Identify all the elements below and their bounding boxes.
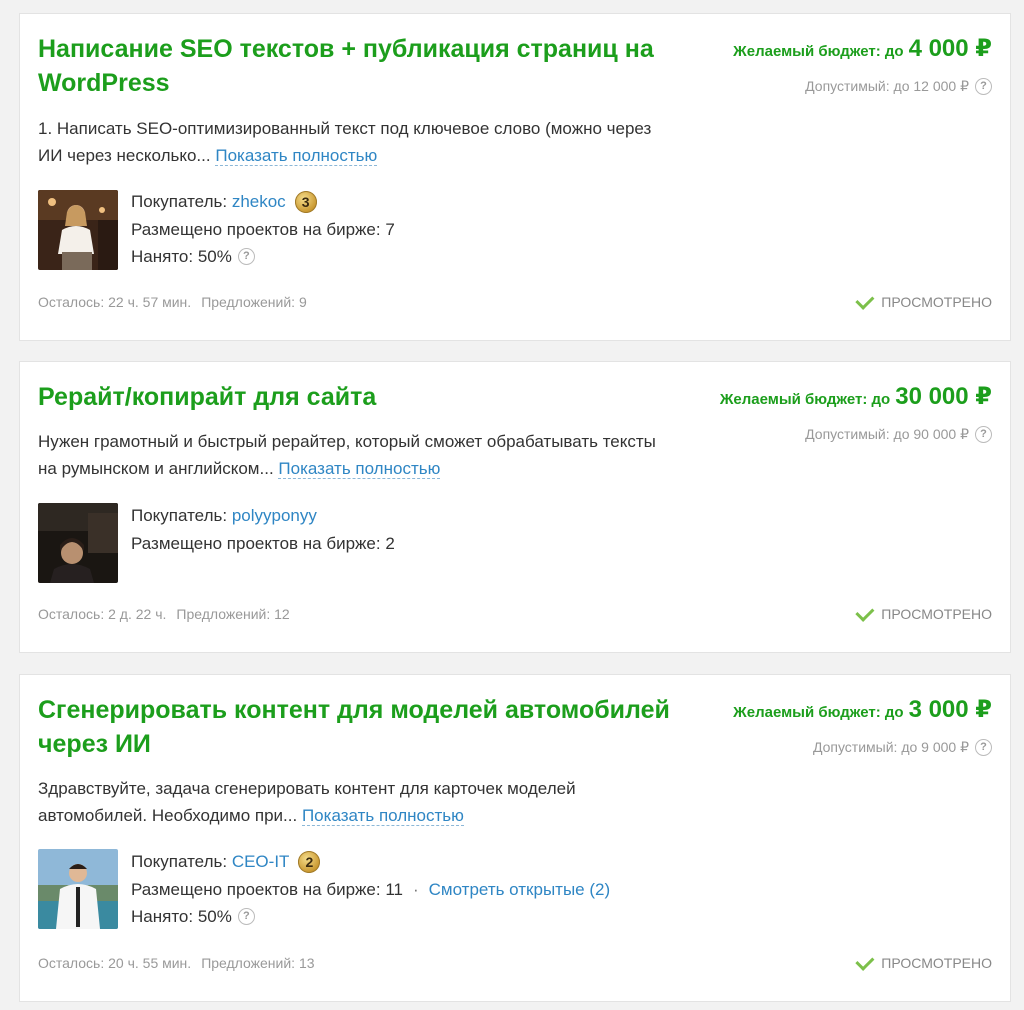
separator-dot: · (412, 879, 419, 899)
project-card: Сгенерировать контент для моделей автомо… (19, 674, 1011, 1002)
status-text: ПРОСМОТРЕНО (881, 294, 992, 310)
check-icon (855, 290, 875, 310)
buyer-avatar[interactable] (38, 190, 118, 270)
project-card: Рерайт/копирайт для сайта Желаемый бюдже… (19, 361, 1011, 653)
allowed-budget-text: Допустимый: до 12 000 ₽ (805, 78, 969, 94)
project-description: Здравствуйте, задача сгенерировать конте… (38, 775, 678, 829)
budget-label: Желаемый бюджет: до (719, 391, 891, 408)
offers-count: Предложений: 9 (201, 294, 307, 310)
project-title-link[interactable]: Написание SEO текстов + публикация стран… (38, 32, 688, 100)
level-badge-icon: 3 (294, 190, 317, 213)
allowed-budget-text: Допустимый: до 9 000 ₽ (812, 739, 969, 755)
buyer-name-link[interactable]: zhekoc (232, 188, 286, 216)
time-left: Осталось: 22 ч. 57 мин. (38, 294, 192, 310)
projects-posted: Размещено проектов на бирже: 7 (131, 219, 395, 239)
hired-percent: Нанято: 50% (131, 907, 232, 926)
desired-budget: Желаемый бюджет: до 30 000 ₽ (720, 382, 992, 411)
help-icon[interactable]: ? (237, 248, 255, 266)
allowed-budget: Допустимый: до 9 000 ₽ ? (813, 739, 992, 756)
budget-amount: 30 000 ₽ (895, 383, 992, 410)
help-icon[interactable]: ? (975, 739, 992, 756)
buyer-info: Покупатель: CEO-IT 2 Размещено проектов н… (131, 848, 610, 931)
offers-count: Предложений: 12 (176, 606, 290, 622)
buyer-name-link[interactable]: polyyponyy (232, 502, 317, 530)
projects-posted: Размещено проектов на бирже: 11 (131, 879, 403, 899)
help-icon[interactable]: ? (237, 908, 255, 926)
allowed-budget-text: Допустимый: до 90 000 ₽ (805, 426, 969, 442)
buyer-label: Покупатель: (131, 192, 228, 211)
allowed-budget: Допустимый: до 90 000 ₽ ? (805, 426, 992, 443)
project-footer: Осталось: 20 ч. 55 мин. Предложений: 13 П… (38, 951, 992, 971)
buyer-name-link[interactable]: CEO-IT (232, 848, 290, 876)
project-footer: Осталось: 2 д. 22 ч. Предложений: 12 ПРОС… (38, 602, 992, 622)
budget-label: Желаемый бюджет: до (733, 704, 904, 721)
show-more-link[interactable]: Показать полностью (215, 146, 378, 166)
project-description: 1. Написать SEO-оптимизированный текст п… (38, 115, 678, 169)
show-more-link[interactable]: Показать полностью (301, 806, 464, 826)
hired-percent: Нанято: 50% (131, 247, 232, 266)
allowed-budget: Допустимый: до 12 000 ₽ ? (805, 78, 992, 95)
help-icon[interactable]: ? (975, 426, 992, 443)
status-text: ПРОСМОТРЕНО (881, 606, 992, 622)
project-title-link[interactable]: Рерайт/копирайт для сайта (38, 380, 688, 414)
help-icon[interactable]: ? (975, 78, 992, 95)
time-left: Осталось: 2 д. 22 ч. (38, 606, 167, 622)
desired-budget: Желаемый бюджет: до 4 000 ₽ (733, 34, 992, 63)
project-description: Нужен грамотный и быстрый рерайтер, кото… (38, 428, 678, 482)
level-badge-icon: 2 (298, 850, 321, 873)
viewed-status: ПРОСМОТРЕНО (855, 290, 992, 310)
buyer-info: Покупатель: zhekoc 3 Размещено проектов н… (131, 188, 395, 271)
check-icon (855, 602, 875, 622)
budget-label: Желаемый бюджет: до (733, 43, 904, 60)
status-text: ПРОСМОТРЕНО (881, 955, 992, 971)
open-projects-link[interactable]: Смотреть открытые (2) (429, 876, 610, 904)
viewed-status: ПРОСМОТРЕНО (855, 951, 992, 971)
budget-amount: 3 000 ₽ (908, 696, 992, 723)
offers-count: Предложений: 13 (201, 955, 315, 971)
time-left: Осталось: 20 ч. 55 мин. (38, 955, 192, 971)
show-more-link[interactable]: Показать полностью (278, 459, 441, 479)
project-footer: Осталось: 22 ч. 57 мин. Предложений: 9 ПР… (38, 290, 992, 310)
projects-posted: Размещено проектов на бирже: 2 (131, 533, 395, 553)
check-icon (855, 951, 875, 971)
viewed-status: ПРОСМОТРЕНО (855, 602, 992, 622)
project-title-link[interactable]: Сгенерировать контент для моделей автомо… (38, 693, 688, 761)
budget-amount: 4 000 ₽ (908, 35, 992, 62)
buyer-label: Покупатель: (131, 506, 228, 525)
buyer-avatar[interactable] (38, 849, 118, 929)
project-card: Написание SEO текстов + публикация стран… (19, 13, 1011, 341)
desired-budget: Желаемый бюджет: до 3 000 ₽ (733, 695, 992, 724)
buyer-label: Покупатель: (131, 852, 228, 871)
buyer-avatar[interactable] (38, 503, 118, 583)
buyer-info: Покупатель: polyyponyy Размещено проекто… (131, 502, 395, 557)
